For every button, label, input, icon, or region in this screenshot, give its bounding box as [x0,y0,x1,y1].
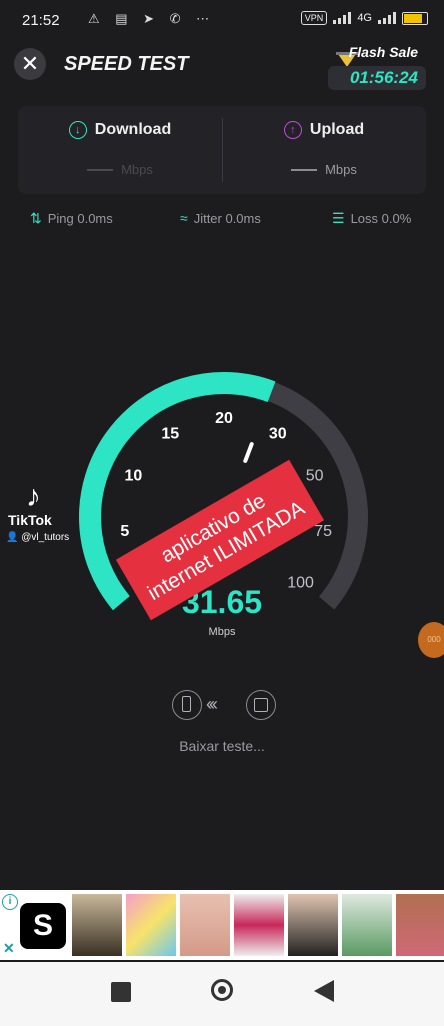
test-status: Baixar teste... [179,738,265,754]
ping-text: Ping 0.0ms [47,211,113,226]
jitter-metric: ≈ Jitter 0.0ms [180,210,261,226]
signal-icon-2 [378,12,396,24]
gauge-tick-label: 5 [120,523,129,540]
download-icon: ↓ [68,121,87,139]
status-time: 21:52 [22,12,60,29]
network-type: 4G [357,12,372,24]
ad-product-image[interactable] [396,894,444,956]
ad-product-image[interactable] [234,894,284,956]
phone-icon[interactable] [172,690,202,720]
gauge-tick-label: 10 [124,468,142,485]
signal-icon [333,12,352,24]
jitter-text: Jitter 0.0ms [193,210,261,226]
ad-logo[interactable]: S [20,903,66,949]
upload-unit: Mbps [325,162,357,177]
ad-product-image[interactable] [288,894,338,956]
ping-metric: ⇅ Ping 0.0ms [30,210,113,227]
tiktok-logo-icon: ♪ [26,480,41,513]
speed-panel: ↓ Download Mbps ↑ Upload Mbps [18,106,426,194]
upload-icon: ↑ [283,121,302,139]
upload-section: ↑ Upload Mbps [222,106,426,194]
ad-product-image[interactable] [342,894,392,956]
loss-text: Loss 0.0% [350,211,412,226]
ad-product-image[interactable] [72,894,122,956]
flash-sale-label[interactable]: Flash Sale [349,44,418,60]
home-button[interactable] [211,979,233,1001]
upload-value-dash [291,168,318,171]
page-title: SPEED TEST [64,53,189,75]
flash-sale-timer[interactable]: 01:56:24 [327,66,426,90]
gauge-tick-label: 15 [161,426,179,443]
back-button[interactable] [314,980,334,1002]
download-label: Download [94,121,172,138]
loss-icon: ☰ [332,210,345,226]
metrics-row: ⇅ Ping 0.0ms ≈ Jitter 0.0ms ☰ Loss 0.0% [30,210,422,228]
user-icon: 👤 [6,532,19,543]
notification-icons: ⚠ ▤ ➤ ✆ ⋯ [88,11,216,26]
gauge-tick-label: 20 [215,410,233,427]
server-icon[interactable] [246,690,276,720]
tiktok-name: TikTok [8,512,52,528]
status-bar: 21:52 ⚠ ▤ ➤ ✆ ⋯ VPN 4G [0,0,444,40]
battery-icon [402,11,428,25]
progress-arrows: ‹‹‹ [206,694,218,714]
ad-close-icon[interactable]: ✕ [3,940,15,957]
speed-unit: Mbps [208,626,236,638]
ad-product-image[interactable] [180,894,230,956]
upload-label: Upload [309,121,365,138]
ad-info-icon[interactable]: i [2,894,18,910]
download-section: ↓ Download Mbps [18,106,222,194]
ad-product-image[interactable] [126,894,176,956]
close-button[interactable]: ✕ [14,48,46,80]
download-value-dash [87,168,114,171]
ping-icon: ⇅ [30,210,42,226]
recent-apps-button[interactable] [111,982,131,1002]
status-right: VPN 4G [300,11,428,25]
tiktok-username: @vl_tutors [21,532,70,543]
speed-value: 31.65 [181,584,263,620]
download-unit: Mbps [121,162,153,177]
gauge-tick-label: 50 [306,468,324,485]
gauge-needle [243,442,254,463]
vpn-icon: VPN [300,11,328,25]
close-icon: ✕ [20,51,40,76]
jitter-icon: ≈ [180,210,188,226]
progress-row: ‹‹‹ [0,690,444,722]
loss-metric: ☰ Loss 0.0% [332,210,411,227]
floating-bubble[interactable]: 000 [418,622,444,658]
gauge-tick-label: 75 [314,523,332,540]
tiktok-user: 👤 @vl_tutors [6,532,69,543]
gauge-tick-label: 30 [269,426,287,443]
